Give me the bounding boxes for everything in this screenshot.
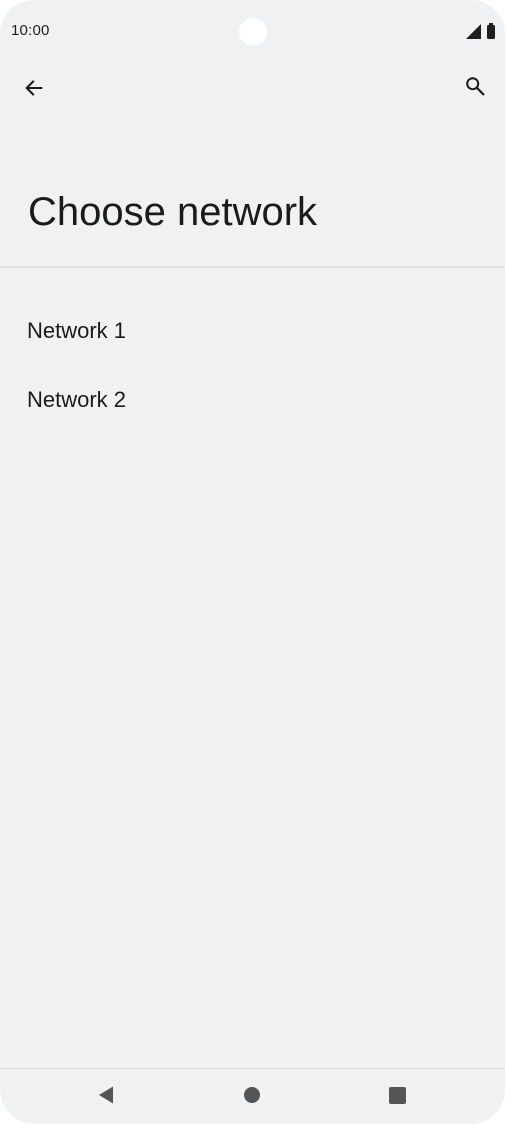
- status-icons: [466, 23, 495, 39]
- search-icon: [466, 77, 485, 96]
- network-list: Network 1 Network 2: [0, 296, 505, 434]
- battery-icon: [487, 23, 495, 39]
- nav-back-icon: [99, 1086, 113, 1104]
- nav-recents-icon: [388, 1086, 406, 1104]
- navigation-bar: [0, 1068, 505, 1124]
- page-title: Choose network: [28, 190, 318, 234]
- back-button[interactable]: [12, 66, 56, 110]
- app-bar: [0, 62, 505, 114]
- header-divider: [0, 266, 505, 268]
- network-item-1[interactable]: Network 1: [0, 296, 505, 365]
- nav-back-button[interactable]: [94, 1083, 118, 1107]
- network-item-2[interactable]: Network 2: [0, 365, 505, 434]
- phone-screen: 10:00 Choose network Network 1 Network 2: [0, 0, 505, 1124]
- arrow-back-icon: [25, 80, 43, 96]
- search-button[interactable]: [453, 64, 497, 108]
- status-time: 10:00: [11, 22, 50, 39]
- nav-home-button[interactable]: [240, 1083, 264, 1107]
- status-bar: 10:00: [0, 0, 505, 62]
- network-item-label: Network 1: [27, 317, 127, 343]
- nav-home-icon: [244, 1087, 260, 1103]
- nav-recents-button[interactable]: [385, 1083, 409, 1107]
- network-item-label: Network 2: [27, 386, 127, 412]
- camera-cutout: [239, 18, 267, 46]
- signal-icon: [466, 24, 481, 39]
